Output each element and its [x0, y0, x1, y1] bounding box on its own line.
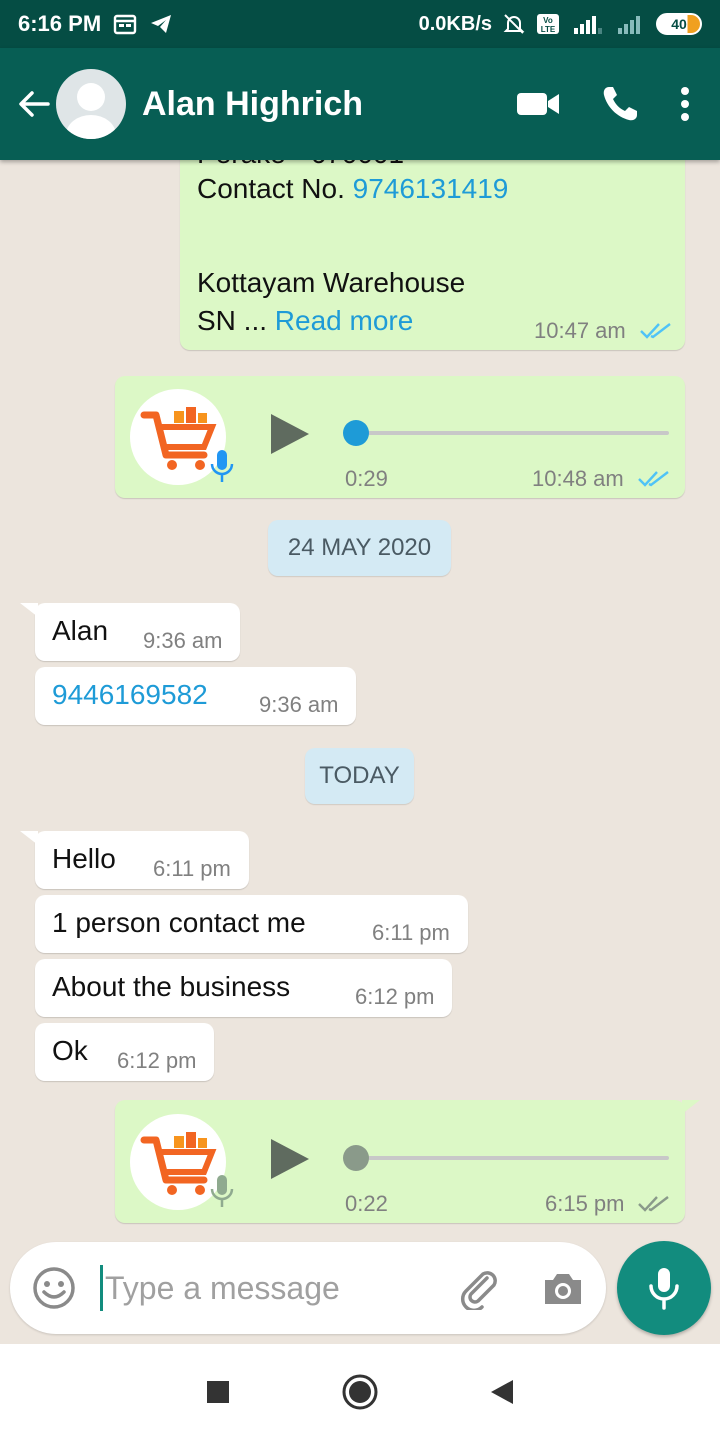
- message-line: Perake - 670001: [197, 160, 404, 170]
- mic-badge-icon: [210, 1175, 234, 1207]
- home-button-icon[interactable]: [341, 1373, 379, 1411]
- date-separator: 24 MAY 2020: [268, 520, 451, 576]
- message-bubble-incoming[interactable]: 1 person contact me 6:11 pm: [35, 895, 468, 953]
- back-button[interactable]: [8, 74, 60, 134]
- message-bubble-incoming[interactable]: Ok 6:12 pm: [35, 1023, 214, 1081]
- voice-progress-track[interactable]: [353, 1156, 669, 1160]
- voice-duration: 0:29: [345, 466, 388, 491]
- message-bubble-incoming[interactable]: Hello 6:11 pm: [35, 831, 249, 889]
- phone-link[interactable]: 9746131419: [353, 173, 509, 204]
- chat-area[interactable]: Perake - 670001 Contact No. 9746131419 K…: [0, 160, 720, 1240]
- voice-duration: 0:22: [345, 1191, 388, 1216]
- telegram-icon: [151, 15, 172, 33]
- message-input[interactable]: [105, 1269, 445, 1307]
- mic-icon: [649, 1268, 679, 1310]
- message-time: 6:15 pm: [545, 1191, 625, 1216]
- message-bubble-incoming[interactable]: About the business 6:12 pm: [35, 959, 452, 1017]
- message-time: 9:36 am: [143, 628, 223, 653]
- status-bar: 6:16 PM 0.0KB/s Vo LTE 40: [0, 0, 720, 48]
- camera-icon[interactable]: [541, 1266, 585, 1310]
- volte-icon: VoLTE: [537, 14, 559, 34]
- bubble-tail: [682, 1100, 700, 1114]
- network-speed: 0.0KB/s: [418, 12, 492, 35]
- message-time: 6:11 pm: [153, 856, 231, 881]
- message-bubble-outgoing[interactable]: Perake - 670001 Contact No. 9746131419 K…: [180, 160, 685, 350]
- emoji-icon[interactable]: [30, 1264, 78, 1312]
- back-arrow-icon: [19, 91, 50, 117]
- delivered-ticks-icon: [638, 1196, 669, 1212]
- calendar-icon: [113, 14, 137, 35]
- back-button-icon[interactable]: [489, 1378, 515, 1406]
- message-text: About the business: [52, 971, 291, 1002]
- message-time: 6:11 pm: [372, 920, 450, 945]
- signal-2-icon: [618, 16, 640, 34]
- message-line: SN ... Read more: [197, 305, 413, 337]
- read-more-link[interactable]: Read more: [275, 305, 414, 336]
- message-time: 9:36 am: [259, 692, 339, 717]
- bubble-tail: [20, 603, 38, 617]
- bubble-tail: [20, 831, 38, 845]
- mute-icon: [503, 14, 525, 34]
- system-navigation-bar: [0, 1344, 720, 1440]
- message-text: Alan: [52, 615, 109, 646]
- more-options-icon[interactable]: [680, 86, 690, 122]
- voice-call-icon[interactable]: [600, 84, 640, 124]
- signal-icon: [574, 16, 602, 34]
- status-time: 6:16 PM: [18, 11, 102, 36]
- video-call-icon[interactable]: [516, 89, 560, 119]
- read-ticks-icon: [640, 323, 671, 339]
- message-text: SN ...: [197, 305, 268, 336]
- message-bubble-incoming[interactable]: Alan 9:36 am: [35, 603, 240, 661]
- svg-text:Vo: Vo: [543, 16, 553, 25]
- message-composer: [10, 1242, 606, 1334]
- voice-progress-handle[interactable]: [343, 1145, 369, 1171]
- battery-level: 40: [671, 16, 687, 32]
- message-text: 1 person contact me: [52, 907, 306, 938]
- chat-header: Alan Highrich: [0, 48, 720, 160]
- text-cursor: [100, 1265, 103, 1311]
- play-icon[interactable]: [267, 412, 311, 456]
- message-time: 6:12 pm: [355, 984, 435, 1009]
- phone-link[interactable]: 9446169582: [52, 679, 208, 711]
- message-time: 10:48 am: [532, 466, 624, 491]
- battery-icon: 40: [656, 13, 702, 35]
- play-icon[interactable]: [267, 1137, 311, 1181]
- contact-name[interactable]: Alan Highrich: [142, 85, 363, 124]
- contact-label: Contact No.: [197, 173, 353, 204]
- voice-message-outgoing[interactable]: 0:22 6:15 pm: [115, 1100, 685, 1223]
- mic-badge-icon: [210, 450, 234, 482]
- voice-message-outgoing[interactable]: 0:29 10:48 am: [115, 376, 685, 498]
- voice-progress-handle[interactable]: [343, 420, 369, 446]
- recents-button-icon[interactable]: [205, 1379, 231, 1405]
- message-line: Contact No. 9746131419: [197, 173, 508, 205]
- voice-progress-track[interactable]: [353, 431, 669, 435]
- svg-text:LTE: LTE: [541, 25, 556, 34]
- message-text: Hello: [52, 843, 116, 874]
- voice-record-button[interactable]: [617, 1241, 711, 1335]
- attach-icon[interactable]: [457, 1266, 501, 1310]
- read-ticks-icon: [638, 471, 669, 487]
- message-time: 6:12 pm: [117, 1048, 197, 1073]
- message-time: 10:47 am: [534, 318, 626, 343]
- message-bubble-incoming[interactable]: 9446169582 9:36 am: [35, 667, 356, 725]
- message-line: Kottayam Warehouse: [197, 267, 466, 298]
- date-separator: TODAY: [305, 748, 414, 804]
- avatar[interactable]: [56, 69, 126, 139]
- message-text: Ok: [52, 1035, 88, 1066]
